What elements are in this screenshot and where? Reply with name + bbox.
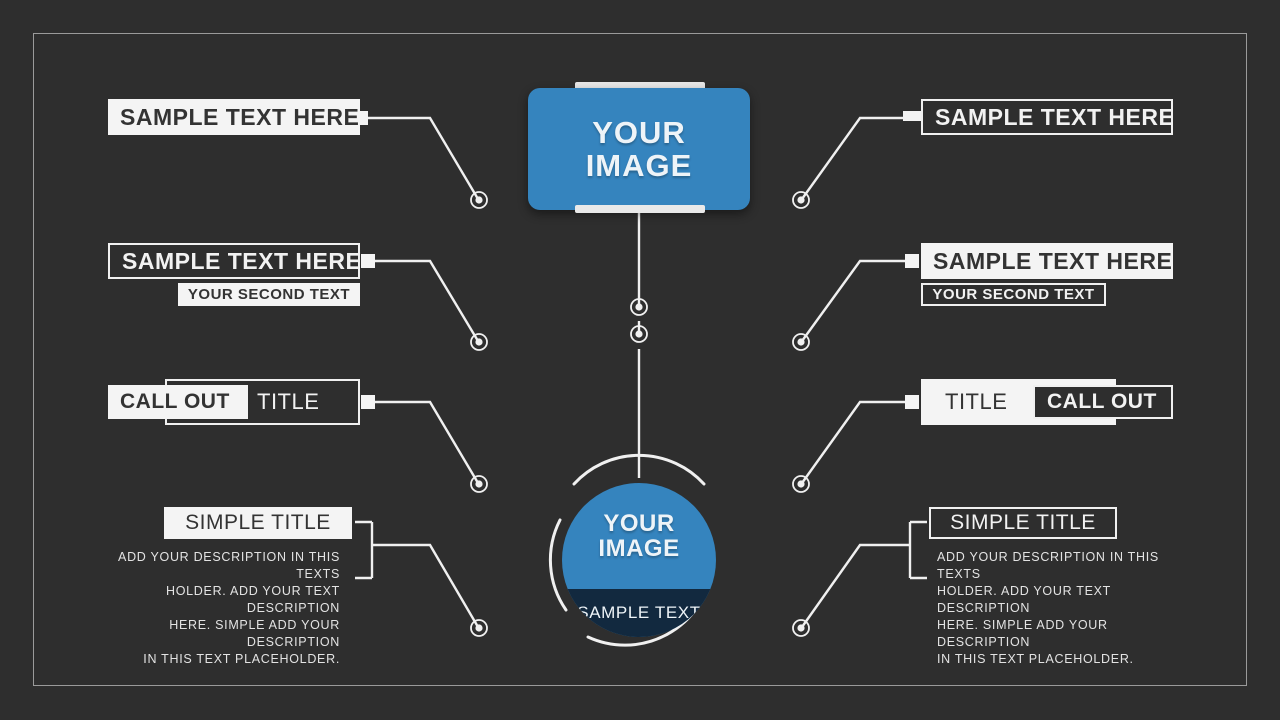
left-callout-4-title-label: SIMPLE TITLE [185,511,331,534]
card-line-2: IMAGE [585,148,693,183]
right-callout-2-sub[interactable]: YOUR SECOND TEXT [921,283,1106,306]
right-callout-2-title-label: SAMPLE TEXT HERE [933,247,1173,274]
left-callout-1-title[interactable]: SAMPLE TEXT HERE [108,99,360,135]
right-callout-1-title[interactable]: SAMPLE TEXT HERE [921,99,1175,135]
right-callout-2-sub-label: YOUR SECOND TEXT [932,286,1095,303]
left-callout-2-title-label: SAMPLE TEXT HERE [122,247,362,274]
right-callout-4-description: ADD YOUR DESCRIPTION IN THIS TEXTS HOLDE… [937,550,1159,666]
left-callout-2-title[interactable]: SAMPLE TEXT HERE [108,243,362,279]
right-callout-4-title[interactable]: SIMPLE TITLE [929,507,1117,539]
right-callout-1-title-label: SAMPLE TEXT HERE [935,103,1175,130]
card-line-1: YOUR [592,115,686,150]
right-callout-2-title[interactable]: SAMPLE TEXT HERE [921,243,1173,279]
left-callout-4-description: ADD YOUR DESCRIPTION IN THIS TEXTS HOLDE… [118,550,340,666]
left-callout-1-title-label: SAMPLE TEXT HERE [120,103,360,130]
right-callout-3-title-label: TITLE [945,389,1008,414]
right-callout-4-title-label: SIMPLE TITLE [950,511,1096,534]
left-callout-3-title-label: TITLE [257,389,320,414]
left-callout-4-title[interactable]: SIMPLE TITLE [164,507,352,539]
circle-band-label: SAMPLE TEXT [577,603,701,622]
infographic-canvas: YOUR IMAGE YOUR IMAGE SAMPLE TEXT SAMPLE… [0,0,1280,720]
center-image-card[interactable]: YOUR IMAGE [528,88,750,210]
card-accent-bar-bottom [575,205,705,213]
circle-fill: YOUR IMAGE SAMPLE TEXT [562,483,716,637]
left-callout-3-badge-label: CALL OUT [120,390,230,413]
center-image-circle[interactable]: YOUR IMAGE SAMPLE TEXT [549,470,729,650]
left-callout-2-sub-label: YOUR SECOND TEXT [187,286,351,303]
circle-line-2: IMAGE [598,535,680,562]
left-callout-2-sub[interactable]: YOUR SECOND TEXT [178,283,360,306]
right-callout-3-badge-label: CALL OUT [1047,390,1157,413]
circle-line-1: YOUR [603,510,675,537]
right-callout-3-badge[interactable]: CALL OUT [1033,385,1173,419]
left-callout-3-badge[interactable]: CALL OUT [108,385,248,419]
circle-band: SAMPLE TEXT [562,589,716,637]
